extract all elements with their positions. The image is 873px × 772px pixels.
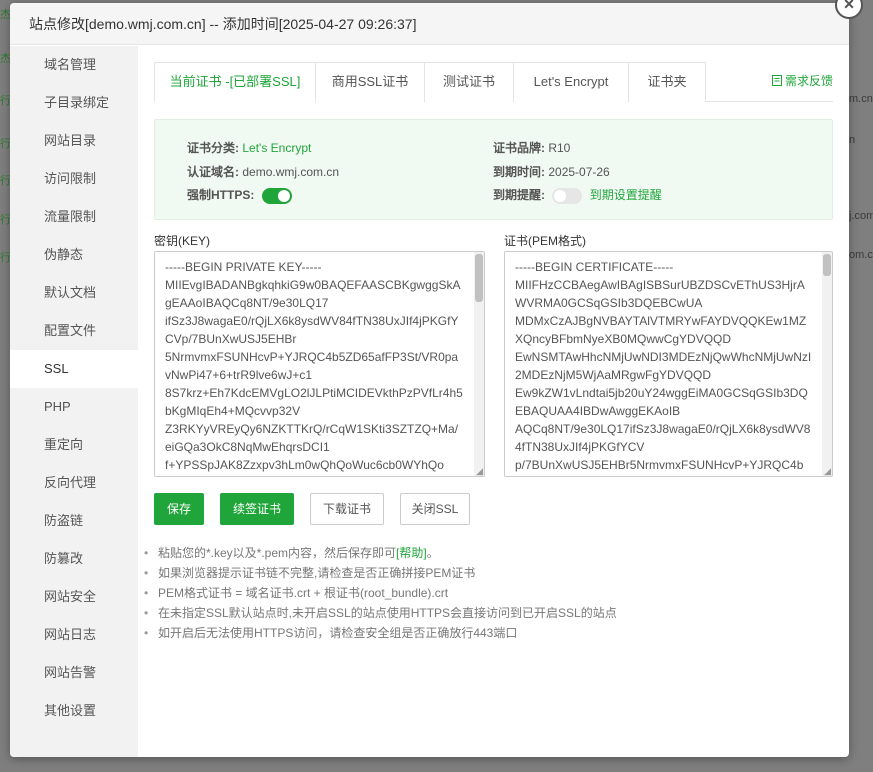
cert-content: -----BEGIN CERTIFICATE----- MIIFHzCCBAeg… <box>515 260 812 472</box>
tab-lets-encrypt[interactable]: Let's Encrypt <box>513 62 629 102</box>
sidebar-item-other[interactable]: 其他设置 <box>10 692 138 730</box>
bg-fragment: om.cn <box>849 249 873 261</box>
sidebar-item-domain[interactable]: 域名管理 <box>10 46 138 84</box>
expire-remind-toggle[interactable] <box>552 187 583 204</box>
sidebar-item-access-limit[interactable]: 访问限制 <box>10 160 138 198</box>
tab-cert-folder[interactable]: 证书夹 <box>628 62 706 102</box>
cert-brand-row: 证书品牌: R10 <box>493 139 570 156</box>
scroll-thumb[interactable] <box>823 254 831 276</box>
cert-category-value: Let's Encrypt <box>242 141 312 155</box>
cert-domain-value: demo.wmj.com.cn <box>242 165 340 179</box>
close-ssl-button[interactable]: 关闭SSL <box>400 493 470 525</box>
force-https-toggle[interactable] <box>261 187 292 204</box>
dialog-title: 站点修改[demo.wmj.com.cn] -- 添加时间[2025-04-27… <box>10 3 849 45</box>
cert-domain-row: 认证域名: demo.wmj.com.cn <box>187 163 339 180</box>
feedback-label: 需求反馈 <box>784 74 833 88</box>
resize-handle-icon[interactable]: ◢ <box>476 467 483 476</box>
expire-remind-row: 到期提醒: 到期设置提醒 <box>493 186 662 204</box>
cert-domain-label: 认证域名: <box>187 165 239 179</box>
feedback-link[interactable]: 需求反馈 <box>771 72 833 89</box>
sidebar-item-site-dir[interactable]: 网站目录 <box>10 122 138 160</box>
sidebar-item-site-alert[interactable]: 网站告警 <box>10 654 138 692</box>
bg-fragment: 行 <box>0 95 10 107</box>
key-field-label: 密钥(KEY) <box>154 234 211 248</box>
sidebar-item-subdir[interactable]: 子目录绑定 <box>10 84 138 122</box>
save-button[interactable]: 保存 <box>154 493 204 525</box>
help-link[interactable]: [帮助] <box>396 546 427 560</box>
cert-info-box: 证书分类: Let's Encrypt 证书品牌: R10 认证域名: demo… <box>154 119 833 220</box>
bg-fragment: 杰 <box>0 53 10 65</box>
sidebar-item-traffic-limit[interactable]: 流量限制 <box>10 198 138 236</box>
force-https-label: 强制HTTPS: <box>187 188 255 202</box>
sidebar-item-reverse-proxy[interactable]: 反向代理 <box>10 464 138 502</box>
download-cert-button[interactable]: 下载证书 <box>310 493 384 525</box>
cert-expire-value: 2025-07-26 <box>548 165 610 179</box>
cert-field-label: 证书(PEM格式) <box>504 234 586 248</box>
tip-item: 如果浏览器提示证书链不完整,请检查是否正确拼接PEM证书 <box>144 563 617 583</box>
cert-expire-row: 到期时间: 2025-07-26 <box>493 163 610 180</box>
cert-category-label: 证书分类: <box>187 141 239 155</box>
tips-list: 粘贴您的*.key以及*.pem内容，然后保存即可[帮助]。 如果浏览器提示证书… <box>144 543 617 643</box>
expire-remind-label: 到期提醒: <box>493 188 545 202</box>
tab-test-cert[interactable]: 测试证书 <box>424 62 514 102</box>
cert-brand-label: 证书品牌: <box>493 141 545 155</box>
sidebar-item-site-log[interactable]: 网站日志 <box>10 616 138 654</box>
cert-brand-value: R10 <box>548 141 571 155</box>
sidebar-item-site-security[interactable]: 网站安全 <box>10 578 138 616</box>
scroll-thumb[interactable] <box>475 254 483 302</box>
sidebar-item-hotlink[interactable]: 防盗链 <box>10 502 138 540</box>
sidebar-item-redirect[interactable]: 重定向 <box>10 426 138 464</box>
sidebar: 域名管理 子目录绑定 网站目录 访问限制 流量限制 伪静态 默认文档 配置文件 … <box>10 46 138 757</box>
cert-scrollbar[interactable] <box>822 252 832 476</box>
site-edit-dialog: 站点修改[demo.wmj.com.cn] -- 添加时间[2025-04-27… <box>10 3 849 757</box>
ssl-tabs: 当前证书 -[已部署SSL] 商用SSL证书 测试证书 Let's Encryp… <box>154 62 833 103</box>
bg-fragment: 行 <box>0 138 10 150</box>
toggle-knob <box>554 189 567 202</box>
bg-fragment: 杰 <box>0 9 10 21</box>
sidebar-item-php[interactable]: PHP <box>10 388 138 426</box>
document-icon <box>771 75 782 86</box>
tip-item: PEM格式证书 = 域名证书.crt + 根证书(root_bundle).cr… <box>144 583 617 603</box>
expire-remind-link[interactable]: 到期设置提醒 <box>590 188 662 202</box>
force-https-row: 强制HTTPS: <box>187 186 292 204</box>
tab-commercial-ssl[interactable]: 商用SSL证书 <box>315 62 425 102</box>
cert-textarea[interactable]: -----BEGIN CERTIFICATE----- MIIFHzCCBAeg… <box>504 251 833 477</box>
bg-fragment: 行 <box>0 252 10 264</box>
bg-fragment: j.com <box>849 210 873 222</box>
key-scrollbar[interactable] <box>474 252 484 476</box>
key-content: -----BEGIN PRIVATE KEY----- MIIEvgIBADAN… <box>165 260 463 472</box>
tip-text: 粘贴您的*.key以及*.pem内容，然后保存即可 <box>158 546 397 560</box>
bg-fragment: m.cn <box>849 93 873 105</box>
tip-punct: 。 <box>426 546 439 560</box>
key-textarea[interactable]: -----BEGIN PRIVATE KEY----- MIIEvgIBADAN… <box>154 251 485 477</box>
ssl-panel: 当前证书 -[已部署SSL] 商用SSL证书 测试证书 Let's Encryp… <box>138 46 849 757</box>
bg-fragment: 行 <box>0 175 10 187</box>
sidebar-item-config[interactable]: 配置文件 <box>10 312 138 350</box>
tip-item: 如开启后无法使用HTTPS访问，请检查安全组是否正确放行443端口 <box>144 623 617 643</box>
sidebar-item-default-doc[interactable]: 默认文档 <box>10 274 138 312</box>
tip-item: 在未指定SSL默认站点时,未开启SSL的站点使用HTTPS会直接访问到已开启SS… <box>144 603 617 623</box>
cert-expire-label: 到期时间: <box>493 165 545 179</box>
toggle-knob <box>277 189 290 202</box>
tip-item: 粘贴您的*.key以及*.pem内容，然后保存即可[帮助]。 <box>144 543 617 563</box>
sidebar-item-ssl[interactable]: SSL <box>10 350 138 388</box>
bg-fragment: 行 <box>0 214 10 226</box>
renew-cert-button[interactable]: 续签证书 <box>220 493 294 525</box>
sidebar-item-rewrite[interactable]: 伪静态 <box>10 236 138 274</box>
resize-handle-icon[interactable]: ◢ <box>824 467 831 476</box>
bg-fragment: n <box>849 134 856 146</box>
cert-category-row: 证书分类: Let's Encrypt <box>187 139 311 156</box>
tab-current-cert[interactable]: 当前证书 -[已部署SSL] <box>154 62 316 103</box>
sidebar-item-tamper-proof[interactable]: 防篡改 <box>10 540 138 578</box>
